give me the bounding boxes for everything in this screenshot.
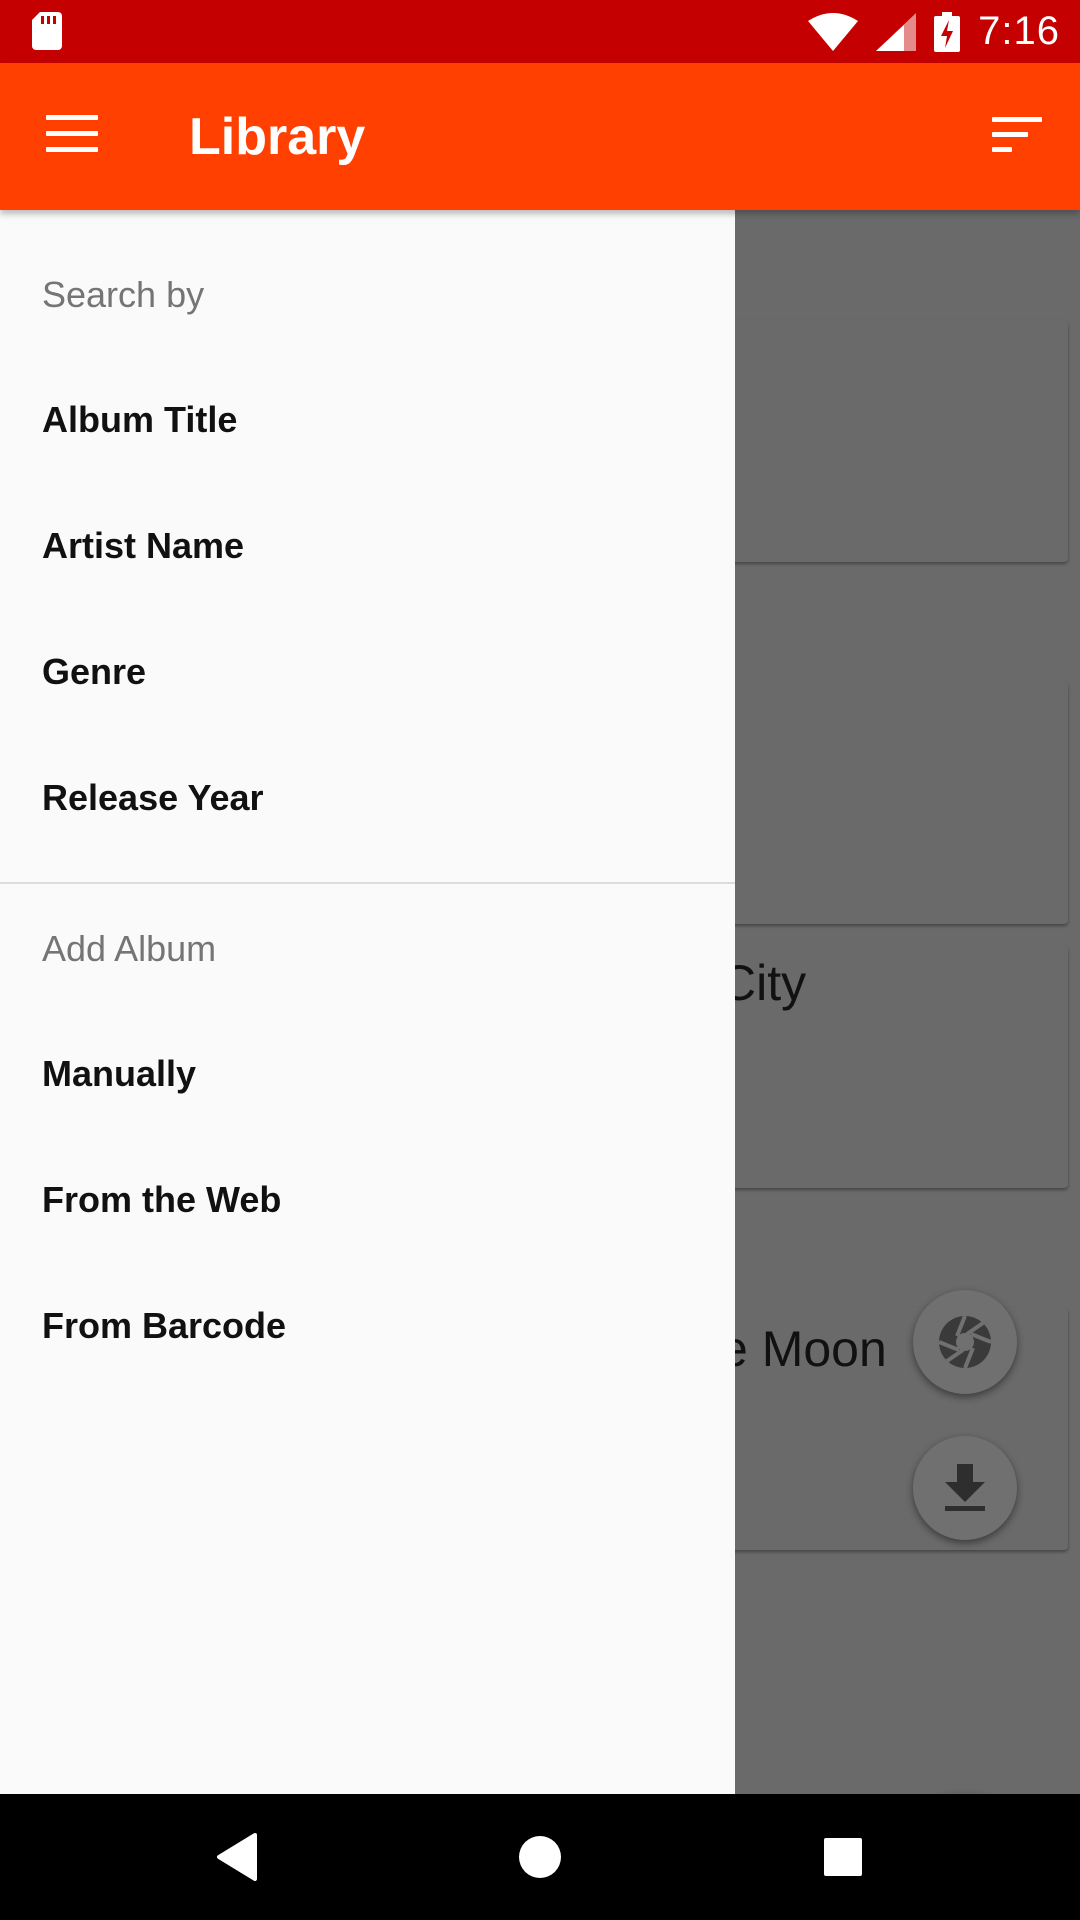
camera-fab[interactable] bbox=[913, 1290, 1017, 1394]
add-album-header: Add Album bbox=[42, 928, 217, 969]
recents-icon bbox=[824, 1838, 862, 1876]
status-icons: 7:16 bbox=[808, 0, 1060, 63]
search-by-header: Search by bbox=[42, 274, 205, 315]
drawer-item-manually[interactable]: Manually bbox=[0, 1024, 735, 1124]
download-icon bbox=[945, 1464, 985, 1511]
drawer-item-album-title[interactable]: Album Title bbox=[0, 370, 735, 470]
drawer-item-from-web[interactable]: From the Web bbox=[0, 1150, 735, 1250]
drawer-item-from-barcode[interactable]: From Barcode bbox=[0, 1276, 735, 1376]
signal-icon bbox=[876, 12, 917, 51]
menu-icon[interactable] bbox=[46, 115, 98, 155]
sd-card-icon bbox=[32, 12, 62, 50]
recents-button[interactable] bbox=[810, 1824, 876, 1890]
drawer-item-release-year[interactable]: Release Year bbox=[0, 748, 735, 848]
download-fab[interactable] bbox=[913, 1436, 1017, 1540]
camera-icon bbox=[938, 1315, 992, 1369]
drawer-item-artist-name[interactable]: Artist Name bbox=[0, 496, 735, 596]
drawer-divider bbox=[0, 882, 735, 884]
home-button[interactable] bbox=[507, 1824, 573, 1890]
battery-charging-icon bbox=[934, 11, 961, 52]
app-bar: Library bbox=[0, 63, 1080, 210]
navigation-drawer: Search by Album Title Artist Name Genre … bbox=[0, 210, 735, 1794]
wifi-icon bbox=[808, 12, 859, 51]
clock: 7:16 bbox=[978, 9, 1060, 53]
drawer-item-genre[interactable]: Genre bbox=[0, 622, 735, 722]
system-nav-bar bbox=[0, 1794, 1080, 1920]
back-icon bbox=[217, 1833, 257, 1881]
home-icon bbox=[519, 1836, 561, 1878]
album-card-title: e Moon bbox=[720, 1321, 887, 1377]
status-bar: 7:16 bbox=[0, 0, 1080, 63]
screen: 7:16 Library City e Moon Search by Album… bbox=[0, 0, 1080, 1920]
back-button[interactable] bbox=[204, 1824, 270, 1890]
page-title: Library bbox=[189, 108, 366, 166]
sort-icon[interactable] bbox=[992, 117, 1042, 155]
